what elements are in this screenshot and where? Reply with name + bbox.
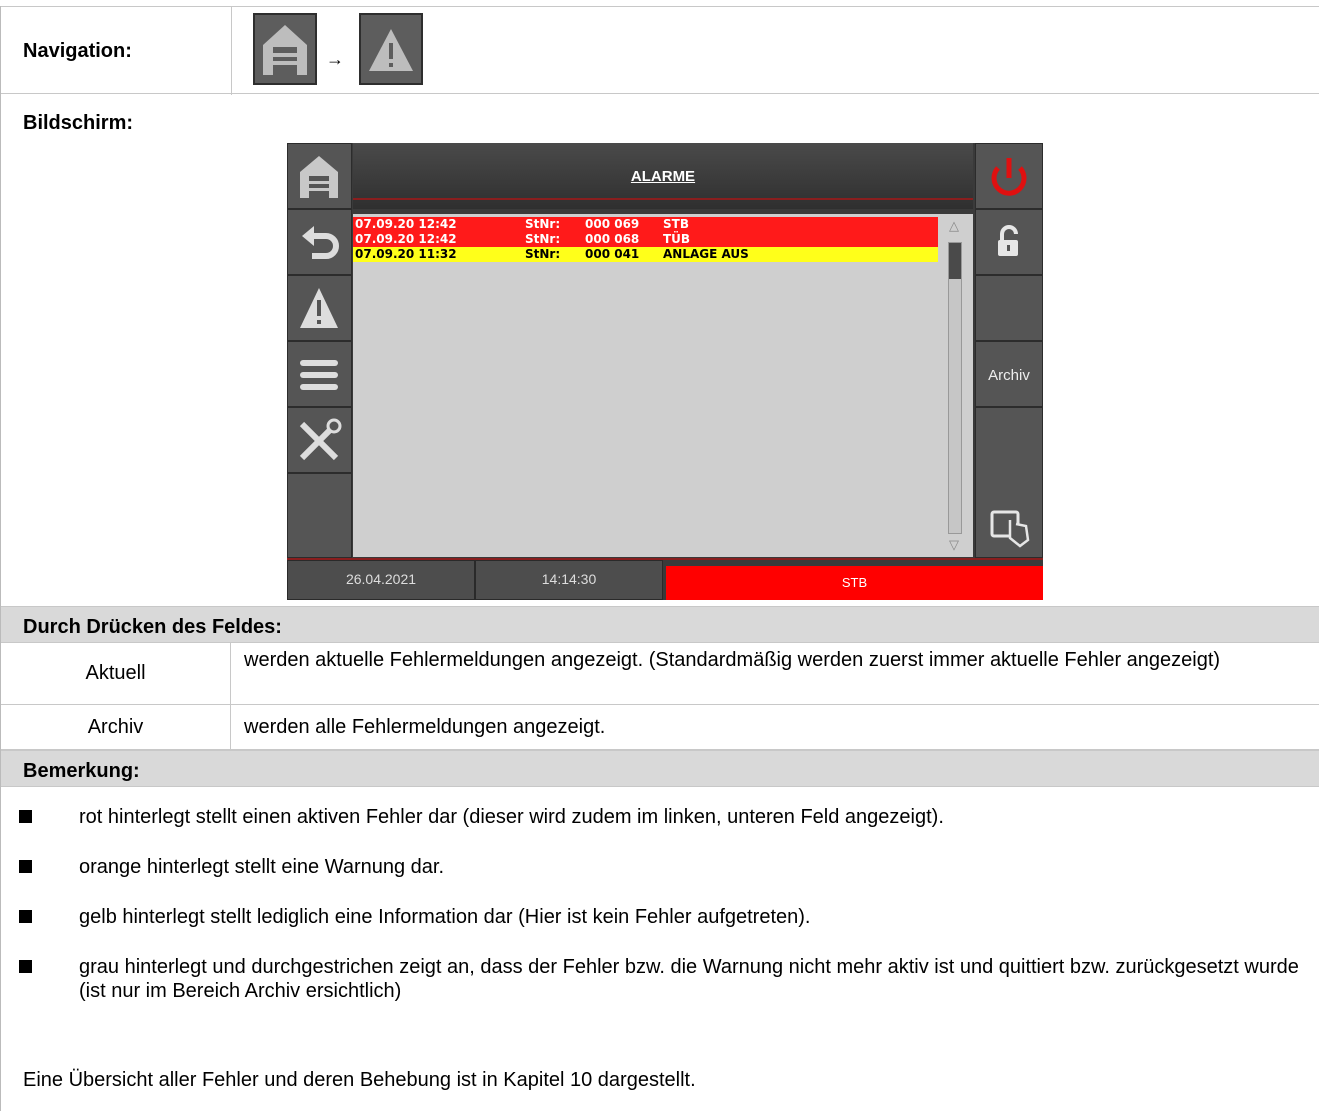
unlock-icon	[998, 225, 1018, 256]
press-heading-row: Durch Drücken des Feldes:	[1, 606, 1319, 643]
menu-icon	[300, 360, 338, 390]
empty-right-button[interactable]	[975, 275, 1043, 341]
bullet-square-icon	[19, 960, 32, 973]
touch-button[interactable]	[975, 407, 1043, 558]
alarm-date: 07.09.20 12:42	[355, 217, 457, 231]
field-name: Aktuell	[1, 643, 231, 704]
scroll-up-icon[interactable]: △	[949, 218, 959, 234]
arrow-icon: →	[326, 49, 344, 69]
remark-text: orange hinterlegt stellt eine Warnung da…	[79, 856, 445, 878]
scroll-thumb[interactable]	[949, 243, 961, 279]
footer-status-badge[interactable]: STB	[666, 566, 1043, 600]
tools-icon	[299, 418, 342, 461]
warning-icon	[369, 29, 413, 71]
bullet-square-icon	[19, 810, 32, 823]
footer-time: 14:14:30	[475, 560, 663, 600]
footer-date: 26.04.2021	[287, 560, 475, 600]
press-row-aktuell: Aktuell werden aktuelle Fehlermeldungen …	[1, 643, 1319, 705]
home-icon	[300, 156, 338, 198]
power-icon	[991, 158, 1027, 196]
footnote: Eine Übersicht aller Fehler und deren Be…	[23, 1069, 696, 1091]
screen-row: Bildschirm: ALARME 07.09.20 12:42 StNr: …	[1, 94, 1319, 606]
remark-text: rot hinterlegt stellt einen aktiven Fehl…	[79, 806, 944, 828]
nav-alarm-button[interactable]	[359, 13, 423, 85]
screen-label: Bildschirm:	[23, 112, 134, 134]
alarm-row-2[interactable]: 07.09.20 11:32 StNr: 000 041 ANLAGE AUS	[353, 247, 938, 262]
unlock-button[interactable]	[975, 209, 1043, 275]
device-screen: ALARME 07.09.20 12:42 StNr: 000 069 STB …	[287, 143, 1043, 600]
navigation-label: Navigation:	[23, 40, 132, 62]
header-divider	[353, 198, 973, 200]
alarm-date: 07.09.20 12:42	[355, 232, 457, 246]
remark-heading: Bemerkung:	[23, 760, 140, 782]
scroll-track[interactable]	[948, 242, 962, 534]
alarm-stnr-label: StNr:	[525, 247, 561, 261]
alarm-date: 07.09.20 11:32	[355, 247, 457, 261]
archive-button[interactable]: Archiv	[975, 341, 1043, 407]
alarm-scrollbar[interactable]: △ ▽	[938, 214, 973, 557]
column-divider	[231, 7, 232, 95]
archive-button-label: Archiv	[988, 367, 1030, 384]
alarm-number: 000 069	[585, 217, 640, 231]
press-row-archiv: Archiv werden alle Fehlermeldungen angez…	[1, 705, 1319, 750]
alarm-button[interactable]	[287, 275, 352, 341]
field-name: Archiv	[1, 705, 231, 749]
scroll-down-icon[interactable]: ▽	[949, 537, 959, 553]
alarm-stnr-label: StNr:	[525, 217, 561, 231]
remark-text: grau hinterlegt und durchgestrichen zeig…	[79, 956, 1299, 1002]
press-heading: Durch Drücken des Feldes:	[23, 616, 282, 638]
alarm-number: 000 041	[585, 247, 640, 261]
back-icon	[302, 226, 339, 259]
alarm-row-0[interactable]: 07.09.20 12:42 StNr: 000 069 STB	[353, 217, 938, 232]
alarm-list[interactable]: 07.09.20 12:42 StNr: 000 069 STB 07.09.2…	[353, 214, 938, 557]
menu-button[interactable]	[287, 341, 352, 407]
alarm-number: 000 068	[585, 232, 640, 246]
alarm-stnr-label: StNr:	[525, 232, 561, 246]
alarm-message: ANLAGE AUS	[663, 247, 749, 261]
alarm-message: TÜB	[663, 232, 691, 246]
remark-heading-row: Bemerkung:	[1, 750, 1319, 787]
alarm-message: STB	[663, 217, 689, 231]
warning-icon	[300, 288, 338, 328]
home-icon	[263, 25, 307, 75]
home-button[interactable]	[287, 143, 352, 209]
screen-title: ALARME	[630, 168, 696, 185]
tools-button[interactable]	[287, 407, 352, 473]
touch-icon	[990, 510, 1030, 548]
bullet-square-icon	[19, 910, 32, 923]
manual-page: Navigation: → Bildschirm: ALARME 07.09.2…	[0, 6, 1319, 1111]
bullet-square-icon	[19, 860, 32, 873]
remark-text: gelb hinterlegt stellt lediglich eine In…	[79, 906, 811, 928]
back-button[interactable]	[287, 209, 352, 275]
power-button[interactable]	[975, 143, 1043, 209]
field-description: werden alle Fehlermeldungen angezeigt.	[244, 716, 606, 738]
alarm-row-1[interactable]: 07.09.20 12:42 StNr: 000 068 TÜB	[353, 232, 938, 247]
navigation-row: Navigation: →	[1, 6, 1319, 95]
nav-home-button[interactable]	[253, 13, 317, 85]
empty-button[interactable]	[287, 473, 352, 558]
field-description: werden aktuelle Fehlermeldungen angezeig…	[244, 649, 1221, 671]
